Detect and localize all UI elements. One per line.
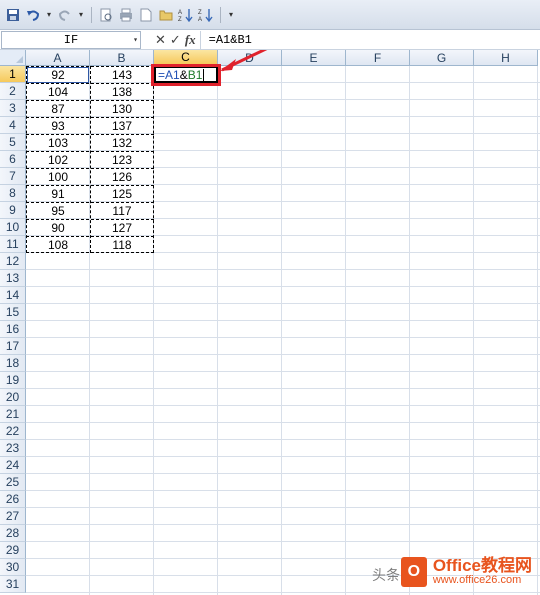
svg-text:Z: Z (198, 10, 202, 16)
marquee-row-line (26, 219, 154, 220)
print-preview-icon[interactable] (97, 6, 115, 24)
row-header-18[interactable]: 18 (0, 355, 26, 372)
marquee-row-line (26, 236, 154, 237)
new-document-icon[interactable] (137, 6, 155, 24)
svg-text:A: A (178, 10, 182, 16)
row-header-9[interactable]: 9 (0, 202, 26, 219)
row-header-26[interactable]: 26 (0, 491, 26, 508)
row-header-10[interactable]: 10 (0, 219, 26, 236)
open-icon[interactable] (157, 6, 175, 24)
customize-toolbar-icon[interactable]: ▾ (226, 10, 236, 19)
undo-icon[interactable] (24, 6, 42, 24)
marquee-row-line (26, 202, 154, 203)
confirm-icon[interactable]: ✓ (170, 32, 181, 48)
row-header-28[interactable]: 28 (0, 525, 26, 542)
toolbar-divider (91, 6, 92, 23)
row-header-17[interactable]: 17 (0, 338, 26, 355)
watermark-title: Office教程网 (432, 556, 532, 576)
watermark-text: Office教程网 www.office26.com (433, 557, 532, 586)
row-header-25[interactable]: 25 (0, 474, 26, 491)
office-logo-icon: O (400, 557, 427, 587)
formula-bar: IF ▾ ✕ ✓ fx =A1&B1 (0, 30, 540, 50)
row-header-15[interactable]: 15 (0, 304, 26, 321)
row-header-22[interactable]: 22 (0, 423, 26, 440)
row-header-27[interactable]: 27 (0, 508, 26, 525)
name-box-value: IF (63, 32, 79, 47)
row-header-21[interactable]: 21 (0, 406, 26, 423)
sort-descending-icon[interactable]: ZA (197, 6, 215, 24)
cancel-icon[interactable]: ✕ (155, 32, 166, 48)
row-header-16[interactable]: 16 (0, 321, 26, 338)
svg-text:Z: Z (178, 17, 182, 22)
save-icon[interactable] (4, 6, 22, 24)
quick-access-toolbar: ▾ ▾ AZ ZA ▾ (0, 0, 540, 30)
row-header-29[interactable]: 29 (0, 542, 26, 559)
formula-buttons: ✕ ✓ fx (141, 30, 201, 49)
row-header-19[interactable]: 19 (0, 372, 26, 389)
row-header-8[interactable]: 8 (0, 185, 26, 202)
row-header-12[interactable]: 12 (0, 253, 26, 270)
insert-function-icon[interactable]: fx (185, 32, 196, 48)
marquee-row-line (26, 185, 154, 186)
row-header-11[interactable]: 11 (0, 236, 26, 253)
name-box-dropdown-icon[interactable]: ▾ (133, 35, 138, 45)
row-header-31[interactable]: 31 (0, 576, 26, 593)
row-header-7[interactable]: 7 (0, 168, 26, 185)
arrow-annotation (220, 50, 268, 72)
formula-input[interactable]: =A1&B1 (201, 33, 252, 47)
undo-dropdown-icon[interactable]: ▾ (44, 10, 54, 19)
sort-ascending-icon[interactable]: AZ (177, 6, 195, 24)
row-header-24[interactable]: 24 (0, 457, 26, 474)
watermark: O Office教程网 www.office26.com (400, 557, 532, 587)
watermark-side-text: 头条 (372, 567, 400, 583)
redo-icon[interactable] (56, 6, 74, 24)
row-header-23[interactable]: 23 (0, 440, 26, 457)
row-header-30[interactable]: 30 (0, 559, 26, 576)
redo-dropdown-icon[interactable]: ▾ (76, 10, 86, 19)
name-box[interactable]: IF ▾ (1, 30, 141, 49)
row-header-14[interactable]: 14 (0, 287, 26, 304)
print-icon[interactable] (117, 6, 135, 24)
row-header-13[interactable]: 13 (0, 270, 26, 287)
toolbar-divider (220, 6, 221, 23)
row-header-20[interactable]: 20 (0, 389, 26, 406)
spreadsheet-grid: ABCDEFGH 1 2 3 4 5 6 7 8 9 10 11 12 13 14 15 16 17 18 19 20… (0, 50, 540, 595)
svg-text:A: A (198, 17, 202, 22)
watermark-url: www.office26.com (432, 574, 522, 587)
